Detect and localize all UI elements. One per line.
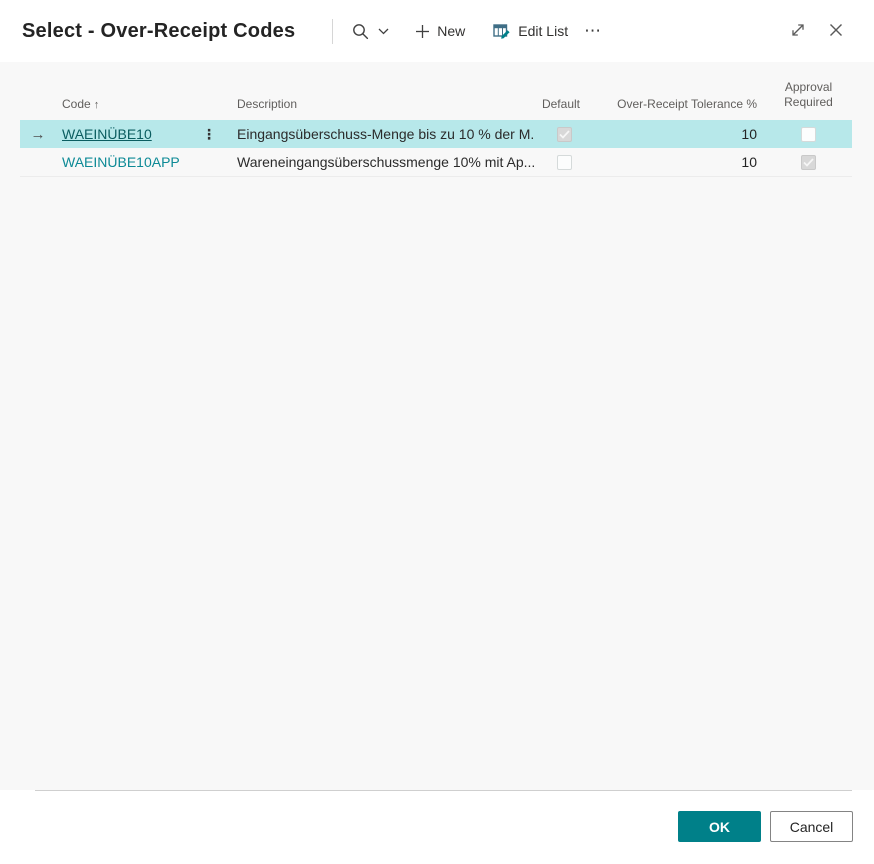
row-menu-column-header — [200, 111, 218, 120]
page-title: Select - Over-Receipt Codes — [22, 20, 295, 43]
close-icon — [827, 21, 845, 42]
edit-list-icon — [493, 23, 511, 39]
approval-required-checkbox[interactable] — [801, 155, 816, 170]
expand-icon — [789, 21, 807, 42]
toolbar-divider — [332, 19, 333, 44]
dialog-content: Code↑ Description Default Over-Receipt T… — [0, 62, 874, 790]
column-header-description[interactable]: Description — [218, 97, 535, 120]
tolerance-cell: 10 — [598, 154, 765, 170]
column-header-default[interactable]: Default — [535, 97, 598, 120]
table-row[interactable]: WAEINÜBE10APP Wareneingangsüberschussmen… — [20, 148, 852, 177]
chevron-down-icon — [378, 28, 389, 35]
edit-list-button-label: Edit List — [518, 23, 568, 39]
default-checkbox[interactable] — [557, 155, 572, 170]
selected-row-arrow-icon: → — [20, 127, 56, 142]
new-button-label: New — [437, 23, 465, 39]
search-icon — [352, 23, 369, 40]
table-header-row: Code↑ Description Default Over-Receipt T… — [20, 62, 852, 120]
description-cell: Wareneingangsüberschussmenge 10% mit Ap.… — [218, 154, 535, 170]
selector-column-header — [20, 111, 56, 120]
cancel-button[interactable]: Cancel — [770, 811, 853, 842]
column-header-tolerance[interactable]: Over-Receipt Tolerance % — [598, 97, 765, 120]
column-header-code[interactable]: Code↑ — [56, 97, 200, 120]
tolerance-cell: 10 — [598, 126, 765, 142]
sort-ascending-icon: ↑ — [94, 99, 100, 111]
over-receipt-codes-table: Code↑ Description Default Over-Receipt T… — [20, 62, 852, 177]
window-controls — [787, 0, 874, 62]
expand-button[interactable] — [787, 19, 809, 44]
new-button[interactable]: New — [413, 19, 467, 43]
default-checkbox[interactable] — [557, 127, 572, 142]
approval-required-checkbox[interactable] — [801, 127, 816, 142]
plus-icon — [415, 24, 430, 39]
search-button[interactable] — [350, 19, 371, 44]
footer-divider — [35, 790, 852, 791]
code-link[interactable]: WAEINÜBE10 — [62, 126, 152, 142]
close-button[interactable] — [825, 19, 847, 44]
more-options-button[interactable]: ⋯ — [570, 17, 604, 45]
dialog-title-bar: Select - Over-Receipt Codes New — [0, 0, 874, 62]
table-row[interactable]: → WAEINÜBE10 ⋮ Eingangsüberschuss-Menge … — [20, 120, 852, 148]
edit-list-button[interactable]: Edit List — [491, 19, 570, 43]
description-cell: Eingangsüberschuss-Menge bis zu 10 % der… — [218, 126, 535, 142]
ok-button[interactable]: OK — [678, 811, 761, 842]
row-menu-icon[interactable]: ⋮ — [200, 127, 218, 141]
code-link[interactable]: WAEINÜBE10APP — [62, 154, 180, 170]
column-header-approval-required[interactable]: Approval Required — [765, 80, 852, 120]
search-dropdown-button[interactable] — [376, 24, 391, 39]
more-options-icon: ⋯ — [584, 21, 602, 41]
toolbar: New Edit List ⋯ — [350, 17, 604, 45]
